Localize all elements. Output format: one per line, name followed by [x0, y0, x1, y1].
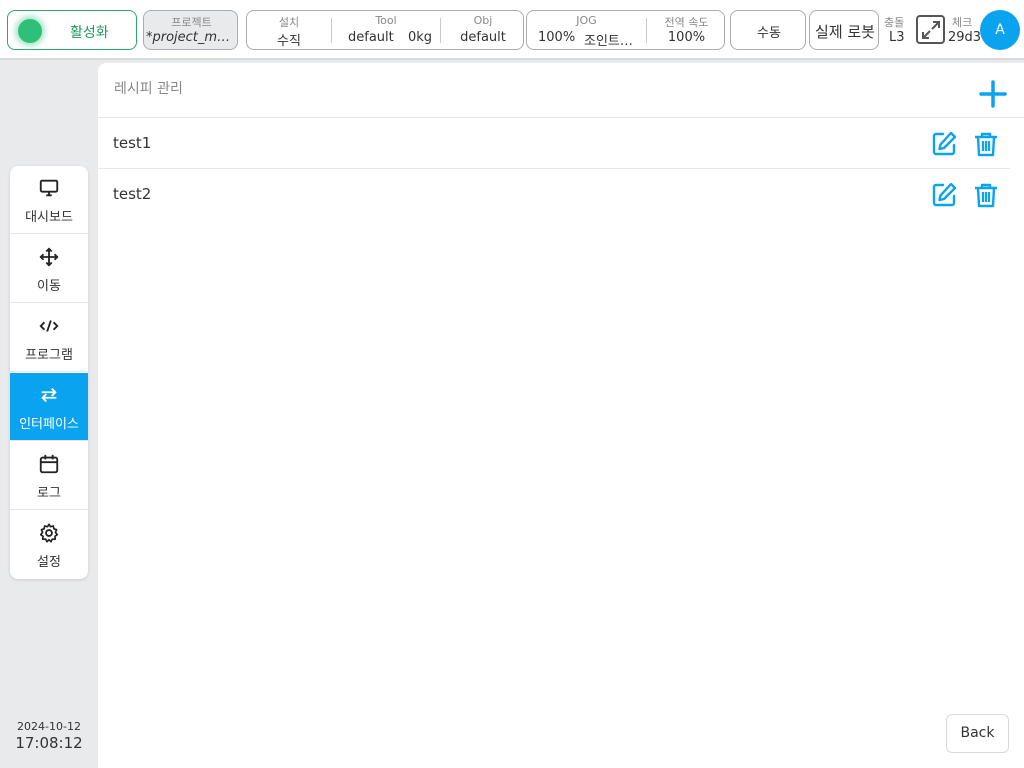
nav-item-program[interactable]: 프로그램: [10, 304, 88, 372]
move-icon: [39, 247, 59, 267]
recipe-row[interactable]: test2: [98, 169, 1010, 220]
tool-load: 0kg: [408, 30, 433, 45]
recipe-management-panel: 레시피 관리 test1 test2 Back: [98, 63, 1024, 768]
jog-percent: 100%: [538, 30, 576, 45]
real-robot-button[interactable]: 실제 로봇: [809, 10, 879, 50]
gear-icon: [39, 523, 59, 543]
jog-panel[interactable]: JOG 100% 조인트… 전역 속도 100%: [526, 10, 725, 50]
trash-icon: [975, 132, 997, 157]
nav-label: 로그: [37, 486, 61, 501]
jog-caption: JOG: [576, 14, 597, 27]
nav-item-log[interactable]: 로그: [10, 442, 88, 510]
edit-recipe-button[interactable]: [930, 181, 958, 209]
project-selector[interactable]: 프로젝트 *project_mo…: [143, 10, 238, 50]
collision-caption: 충돌: [884, 16, 905, 29]
nav-label: 인터페이스: [19, 417, 79, 432]
add-recipe-button[interactable]: [978, 79, 1008, 109]
page-title: 레시피 관리: [114, 81, 183, 97]
speed-value: 100%: [667, 30, 706, 45]
recipe-name: test2: [113, 185, 152, 203]
install-value: 수직: [277, 34, 301, 49]
nav-label: 설정: [37, 555, 61, 570]
calendar-icon: [39, 454, 59, 474]
project-name: *project_mo…: [146, 30, 236, 45]
fullscreen-button[interactable]: [916, 15, 945, 44]
installation-panel[interactable]: 설치 수직 Tool default 0kg Obj default: [246, 10, 524, 50]
delete-recipe-button[interactable]: [972, 181, 1000, 209]
top-bar: 활성화 프로젝트 *project_mo… 설치 수직 Tool default…: [0, 0, 1024, 60]
status-led-icon: [18, 19, 42, 43]
activation-button[interactable]: 활성화: [7, 10, 137, 50]
nav-label: 이동: [37, 279, 61, 294]
trash-icon: [975, 183, 997, 208]
manual-mode-button[interactable]: 수동: [730, 10, 806, 50]
code-icon: [39, 320, 59, 332]
expand-icon: [922, 21, 940, 39]
recipe-name: test1: [113, 134, 152, 152]
nav-item-move[interactable]: 이동: [10, 235, 88, 303]
nav-item-dashboard[interactable]: 대시보드: [10, 166, 88, 234]
plus-icon: [979, 80, 1007, 108]
check-value: 29d3: [948, 30, 982, 45]
edit-icon: [932, 182, 957, 207]
jog-mode: 조인트…: [584, 34, 633, 49]
activation-label: 활성화: [70, 25, 109, 41]
recipe-row[interactable]: test1: [98, 118, 1010, 169]
swap-icon: [41, 387, 57, 403]
nav-label: 대시보드: [25, 210, 73, 225]
clock-time: 17:08:12: [15, 734, 83, 752]
tool-value: default: [348, 30, 394, 45]
project-caption: 프로젝트: [171, 16, 212, 29]
monitor-icon: [39, 179, 59, 197]
collision-level[interactable]: L3: [889, 30, 905, 45]
edit-icon: [932, 131, 957, 156]
install-caption: 설치: [278, 16, 300, 29]
edit-recipe-button[interactable]: [930, 130, 958, 158]
nav-item-interface[interactable]: 인터페이스: [10, 373, 88, 441]
nav-label: 프로그램: [25, 348, 73, 363]
delete-recipe-button[interactable]: [972, 130, 1000, 158]
check-caption: 체크: [952, 16, 973, 29]
clock-date: 2024-10-12: [17, 720, 81, 733]
obj-caption: Obj: [473, 14, 493, 27]
side-navigation: 대시보드 이동 프로그램 인터페이스 로그 설정: [10, 166, 88, 579]
speed-caption: 전역 속도: [664, 16, 709, 29]
real-robot-label: 실제 로봇: [815, 23, 875, 41]
user-avatar[interactable]: A: [980, 10, 1020, 50]
back-button[interactable]: Back: [946, 714, 1009, 753]
nav-item-settings[interactable]: 설정: [10, 511, 88, 579]
tool-caption: Tool: [375, 14, 397, 27]
obj-value: default: [460, 30, 506, 45]
manual-label: 수동: [757, 26, 781, 41]
